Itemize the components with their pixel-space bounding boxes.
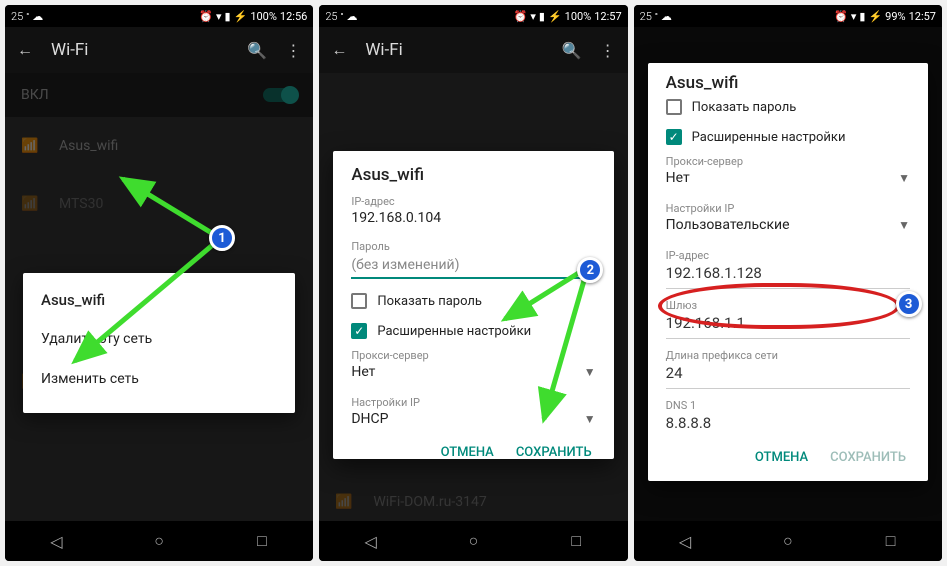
overflow-icon[interactable]: ⋮ [600,41,616,60]
nav-back-icon[interactable]: ◁ [45,530,67,552]
ip-settings-select[interactable]: Пользовательские▼ [666,215,910,239]
proxy-label: Прокси-сервер [666,155,910,168]
alarm-icon: ⏰ [834,10,848,23]
wifi-icon: ▾ [216,10,222,23]
battery-icon: ⚡ [868,10,882,23]
show-password-checkbox[interactable] [666,99,682,115]
nav-back-icon[interactable]: ◁ [674,530,696,552]
ip-address-input[interactable]: 192.168.1.128 [666,262,910,289]
advanced-options-label: Расширенные настройки [692,130,846,145]
prefix-length-label: Длина префикса сети [666,349,910,362]
phone-screenshot-1: 25°☁ ⏰ ▾ ▮ ⚡ 100% 12:56 ← Wi-Fi 🔍 ⋮ ВКЛ … [5,5,313,561]
dialog-title: Asus_wifi [666,73,910,93]
modify-network-item[interactable]: Изменить сеть [23,359,295,399]
annotation-badge-1: 1 [209,225,235,251]
ip-address-label: IP-адрес [666,249,910,262]
ip-settings-label: Настройки IP [666,202,910,215]
modify-network-dialog: Asus_wifi IP-адрес 192.168.0.104 Пароль … [333,151,613,459]
back-icon[interactable]: ← [17,40,33,60]
ip-settings-select[interactable]: DHCP▼ [351,409,595,433]
wifi-icon: ▾ [851,10,857,23]
show-password-checkbox[interactable] [351,293,367,309]
prefix-length-input[interactable]: 24 [666,362,910,389]
clock: 12:56 [280,10,307,23]
password-label: Пароль [351,240,595,253]
chevron-down-icon: ▼ [898,218,910,232]
temperature: 25 [325,10,337,23]
nav-home-icon[interactable]: ○ [148,530,170,552]
gateway-label: Шлюз [666,299,910,312]
dialog-title: Asus_wifi [351,165,595,185]
proxy-label: Прокси-сервер [351,349,595,362]
nav-recent-icon[interactable]: □ [251,530,273,552]
signal-icon: ▮ [225,10,231,23]
back-icon[interactable]: ← [331,40,347,60]
status-bar: 25°☁ ⏰ ▾ ▮ ⚡ 100% 12:56 [5,5,313,27]
clock: 12:57 [594,10,621,23]
nav-bar: ◁ ○ □ [5,521,313,561]
cloud-icon: ☁ [347,10,358,23]
overflow-icon[interactable]: ⋮ [285,41,301,60]
temperature: 25 [640,10,652,23]
modify-network-dialog: Asus_wifi Показать пароль ✓ Расширенные н… [648,63,928,481]
context-menu: Asus_wifi Удалить эту сеть Изменить сеть [23,273,295,413]
status-bar: 25°☁ ⏰ ▾ ▮ ⚡ 100% 12:57 [319,5,627,27]
show-password-label: Показать пароль [377,294,482,309]
advanced-options-label: Расширенные настройки [377,324,531,339]
forget-network-item[interactable]: Удалить эту сеть [23,319,295,359]
search-icon[interactable]: 🔍 [247,41,267,60]
cloud-icon: ☁ [661,10,672,23]
gateway-input[interactable]: 192.168.1.1 [666,312,910,339]
dns1-input[interactable]: 8.8.8.8 [666,412,910,438]
cloud-icon: ☁ [32,10,43,23]
advanced-options-checkbox[interactable]: ✓ [351,323,367,339]
cancel-button[interactable]: ОТМЕНА [441,445,494,460]
save-button[interactable]: СОХРАНИТЬ [516,445,592,460]
clock: 12:57 [909,10,936,23]
signal-icon: ▮ [539,10,545,23]
phone-screenshot-3: 25°☁ ⏰ ▾ ▮ ⚡ 99% 12:57 Asus_wifi Показат… [634,5,942,561]
page-title: Wi-Fi [51,40,229,60]
show-password-label: Показать пароль [692,100,797,115]
battery-icon: ⚡ [548,10,562,23]
battery-icon: ⚡ [234,10,248,23]
cancel-button[interactable]: ОТМЕНА [755,450,808,465]
ip-address-label: IP-адрес [351,195,595,208]
context-menu-title: Asus_wifi [23,287,295,319]
nav-recent-icon[interactable]: □ [565,530,587,552]
nav-home-icon[interactable]: ○ [777,530,799,552]
nav-back-icon[interactable]: ◁ [360,530,382,552]
chevron-down-icon: ▼ [584,365,596,379]
proxy-select[interactable]: Нет▼ [666,168,910,192]
annotation-badge-3: 3 [896,291,922,317]
battery-percent: 100% [250,10,277,23]
advanced-options-checkbox[interactable]: ✓ [666,129,682,145]
phone-screenshot-2: 25°☁ ⏰ ▾ ▮ ⚡ 100% 12:57 ← Wi-Fi 🔍 ⋮ 📶WiF… [319,5,627,561]
page-title: Wi-Fi [365,40,543,60]
dns1-label: DNS 1 [666,399,910,412]
proxy-select[interactable]: Нет▼ [351,362,595,386]
status-bar: 25°☁ ⏰ ▾ ▮ ⚡ 99% 12:57 [634,5,942,27]
search-icon[interactable]: 🔍 [562,41,582,60]
wifi-icon: ▾ [530,10,536,23]
save-button[interactable]: СОХРАНИТЬ [830,450,906,465]
password-input[interactable]: (без изменений) [351,253,595,279]
temperature: 25 [11,10,23,23]
nav-home-icon[interactable]: ○ [462,530,484,552]
ip-settings-label: Настройки IP [351,396,595,409]
ip-address-value: 192.168.0.104 [351,208,595,230]
app-bar: ← Wi-Fi 🔍 ⋮ [319,27,627,73]
alarm-icon: ⏰ [514,10,528,23]
chevron-down-icon: ▼ [898,171,910,185]
battery-percent: 100% [565,10,592,23]
app-bar: ← Wi-Fi 🔍 ⋮ [5,27,313,73]
chevron-down-icon: ▼ [584,412,596,426]
signal-icon: ▮ [859,10,865,23]
nav-recent-icon[interactable]: □ [880,530,902,552]
alarm-icon: ⏰ [199,10,213,23]
battery-percent: 99% [885,10,905,23]
nav-bar: ◁ ○ □ [634,521,942,561]
